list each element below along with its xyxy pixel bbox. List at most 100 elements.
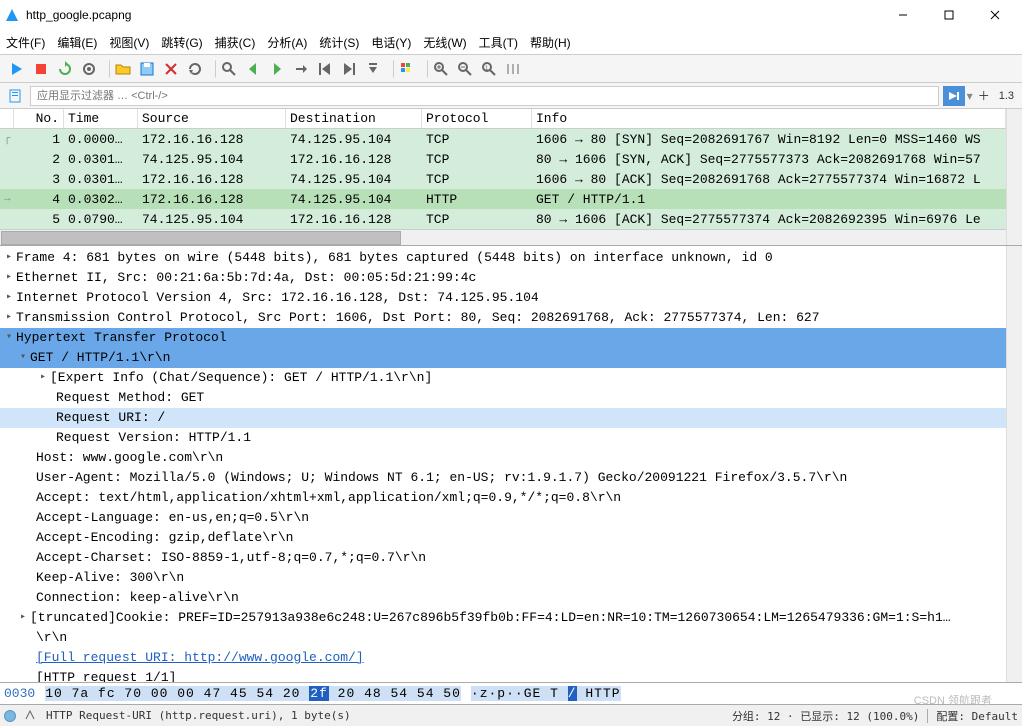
stop-capture-icon[interactable]	[30, 58, 52, 80]
colorize-icon[interactable]	[396, 58, 418, 80]
zoom-out-icon[interactable]	[454, 58, 476, 80]
tree-full-uri[interactable]: [Full request URI: http://www.google.com…	[0, 648, 1006, 668]
maximize-button[interactable]	[926, 0, 972, 30]
packet-row[interactable]: 30.0301…172.16.16.12874.125.95.104TCP160…	[0, 169, 1006, 189]
hex-offset: 0030	[4, 686, 35, 701]
tree-ip[interactable]: ▸Internet Protocol Version 4, Src: 172.1…	[0, 288, 1006, 308]
packet-list-header[interactable]: No. Time Source Destination Protocol Inf…	[0, 109, 1006, 129]
tree-accept-charset[interactable]: Accept-Charset: ISO-8859-1,utf-8;q=0.7,*…	[0, 548, 1006, 568]
tree-tcp[interactable]: ▸Transmission Control Protocol, Src Port…	[0, 308, 1006, 328]
menu-view[interactable]: 视图(V)	[109, 34, 149, 51]
protocol-tree[interactable]: ▸Frame 4: 681 bytes on wire (5448 bits),…	[0, 246, 1006, 682]
tree-http[interactable]: ▾Hypertext Transfer Protocol	[0, 328, 1006, 348]
menu-tools[interactable]: 工具(T)	[479, 34, 518, 51]
display-filter-input[interactable]	[30, 86, 939, 106]
packet-row[interactable]: 50.0790…74.125.95.104172.16.16.128TCP80 …	[0, 209, 1006, 229]
menu-edit[interactable]: 编辑(E)	[57, 34, 97, 51]
close-file-icon[interactable]	[160, 58, 182, 80]
menu-analyze[interactable]: 分析(A)	[267, 34, 307, 51]
toolbar-separator	[102, 60, 110, 78]
add-filter-button[interactable]: ＋	[975, 87, 993, 104]
titlebar: http_google.pcapng	[0, 0, 1022, 30]
menu-file[interactable]: 文件(F)	[6, 34, 45, 51]
tree-keep-alive[interactable]: Keep-Alive: 300\r\n	[0, 568, 1006, 588]
menu-go[interactable]: 跳转(G)	[161, 34, 202, 51]
open-file-icon[interactable]	[112, 58, 134, 80]
bookmark-filter-icon[interactable]	[4, 85, 26, 107]
status-field-info: HTTP Request-URI (http.request.uri), 1 b…	[46, 709, 724, 722]
go-first-icon[interactable]	[314, 58, 336, 80]
save-file-icon[interactable]	[136, 58, 158, 80]
zoom-in-icon[interactable]	[430, 58, 452, 80]
vertical-scrollbar[interactable]	[1006, 109, 1022, 245]
tree-request-version[interactable]: Request Version: HTTP/1.1	[0, 428, 1006, 448]
col-header-time[interactable]: Time	[64, 109, 138, 128]
toolbar-separator	[420, 60, 428, 78]
app-icon	[4, 7, 20, 23]
tree-request-method[interactable]: Request Method: GET	[0, 388, 1006, 408]
find-icon[interactable]	[218, 58, 240, 80]
close-button[interactable]	[972, 0, 1018, 30]
tree-request-uri[interactable]: Request URI: /	[0, 408, 1006, 428]
resize-columns-icon[interactable]	[502, 58, 524, 80]
col-header-no[interactable]: No.	[14, 109, 64, 128]
col-header-proto[interactable]: Protocol	[422, 109, 532, 128]
hex-ascii: ·z·p··GE T / HTTP	[471, 686, 621, 701]
tree-connection[interactable]: Connection: keep-alive\r\n	[0, 588, 1006, 608]
status-packet-count: 分组: 12 · 已显示: 12 (100.0%)	[732, 708, 919, 724]
version-label: 1.3	[995, 90, 1018, 102]
expert-led-icon[interactable]	[4, 710, 16, 722]
capture-icon[interactable]	[24, 707, 38, 724]
packet-list-body[interactable]: ┌10.0000…172.16.16.12874.125.95.104TCP16…	[0, 129, 1006, 229]
menu-wireless[interactable]: 无线(W)	[423, 34, 466, 51]
window-title: http_google.pcapng	[26, 8, 880, 22]
menu-capture[interactable]: 捕获(C)	[215, 34, 256, 51]
hex-bytes: 10 7a fc 70 00 00 47 45 54 20 2f 20 48 5…	[45, 686, 461, 701]
hex-pane[interactable]: 0030 10 7a fc 70 00 00 47 45 54 20 2f 20…	[0, 682, 1022, 704]
packet-row[interactable]: ┌10.0000…172.16.16.12874.125.95.104TCP16…	[0, 129, 1006, 149]
col-header-info[interactable]: Info	[532, 109, 1006, 128]
tree-accept[interactable]: Accept: text/html,application/xhtml+xml,…	[0, 488, 1006, 508]
tree-user-agent[interactable]: User-Agent: Mozilla/5.0 (Windows; U; Win…	[0, 468, 1006, 488]
status-profile[interactable]: 配置: Default	[936, 708, 1018, 724]
packet-row[interactable]: →40.0302…172.16.16.12874.125.95.104HTTPG…	[0, 189, 1006, 209]
tree-scrollbar[interactable]	[1006, 246, 1022, 682]
tree-host[interactable]: Host: www.google.com\r\n	[0, 448, 1006, 468]
packet-row[interactable]: 20.0301…74.125.95.104172.16.16.128TCP80 …	[0, 149, 1006, 169]
toolbar-separator	[386, 60, 394, 78]
tree-ethernet[interactable]: ▸Ethernet II, Src: 00:21:6a:5b:7d:4a, Ds…	[0, 268, 1006, 288]
col-header-dest[interactable]: Destination	[286, 109, 422, 128]
col-header-source[interactable]: Source	[138, 109, 286, 128]
packet-list: No. Time Source Destination Protocol Inf…	[0, 109, 1022, 246]
tree-cookie[interactable]: ▸[truncated]Cookie: PREF=ID=257913a938e6…	[0, 608, 1006, 628]
menubar: 文件(F) 编辑(E) 视图(V) 跳转(G) 捕获(C) 分析(A) 统计(S…	[0, 30, 1022, 54]
capture-options-icon[interactable]	[78, 58, 100, 80]
menu-help[interactable]: 帮助(H)	[530, 34, 571, 51]
zoom-reset-icon[interactable]: 1	[478, 58, 500, 80]
tree-request-1-1[interactable]: [HTTP request 1/1]	[0, 668, 1006, 682]
tree-expert-info[interactable]: ▸[Expert Info (Chat/Sequence): GET / HTT…	[0, 368, 1006, 388]
jump-icon[interactable]	[290, 58, 312, 80]
menu-telephony[interactable]: 电话(Y)	[371, 34, 411, 51]
tree-crlf[interactable]: \r\n	[0, 628, 1006, 648]
toolbar-separator	[208, 60, 216, 78]
auto-scroll-icon[interactable]	[362, 58, 384, 80]
packet-details-pane: ▸Frame 4: 681 bytes on wire (5448 bits),…	[0, 246, 1022, 682]
reload-icon[interactable]	[184, 58, 206, 80]
go-back-icon[interactable]	[242, 58, 264, 80]
start-capture-icon[interactable]	[6, 58, 28, 80]
apply-filter-button[interactable]	[943, 86, 965, 106]
tree-accept-encoding[interactable]: Accept-Encoding: gzip,deflate\r\n	[0, 528, 1006, 548]
restart-capture-icon[interactable]	[54, 58, 76, 80]
tree-frame[interactable]: ▸Frame 4: 681 bytes on wire (5448 bits),…	[0, 248, 1006, 268]
statusbar: HTTP Request-URI (http.request.uri), 1 b…	[0, 704, 1022, 726]
toolbar: 1	[0, 55, 1022, 83]
filter-bar: ▾ ＋ 1.3	[0, 83, 1022, 109]
tree-accept-language[interactable]: Accept-Language: en-us,en;q=0.5\r\n	[0, 508, 1006, 528]
horizontal-scrollbar[interactable]	[0, 229, 1006, 245]
go-forward-icon[interactable]	[266, 58, 288, 80]
tree-get-line[interactable]: ▾GET / HTTP/1.1\r\n	[0, 348, 1006, 368]
minimize-button[interactable]	[880, 0, 926, 30]
go-last-icon[interactable]	[338, 58, 360, 80]
menu-stats[interactable]: 统计(S)	[319, 34, 359, 51]
